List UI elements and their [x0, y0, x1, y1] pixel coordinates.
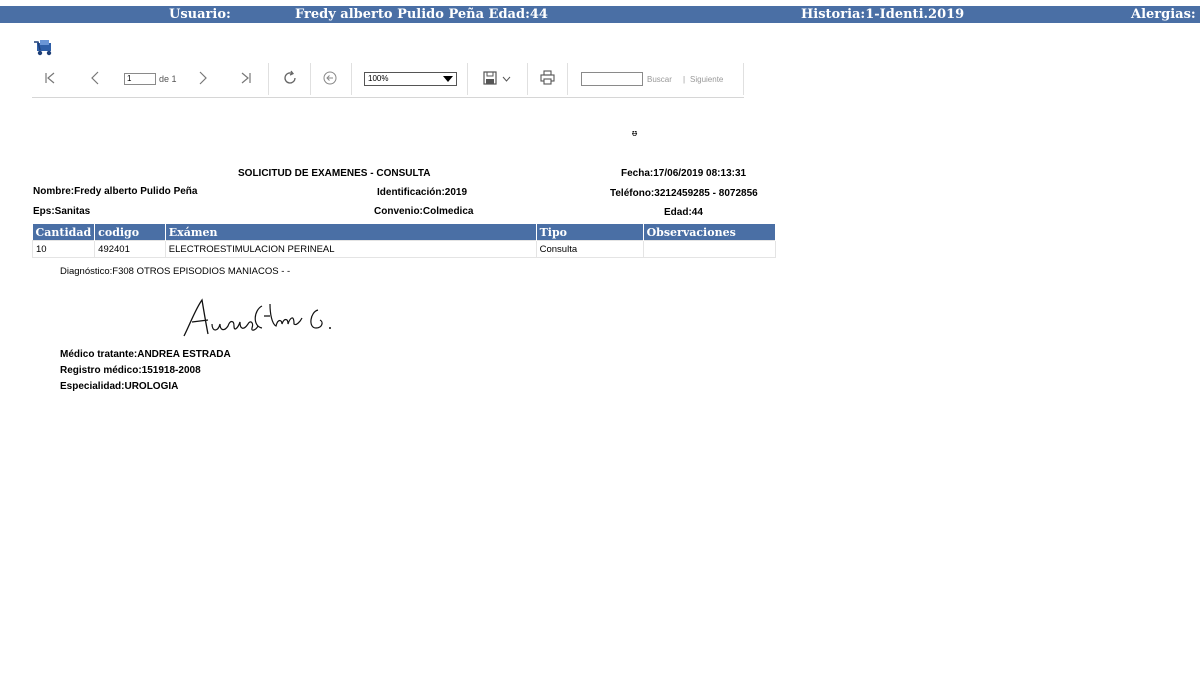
column-header: codigo — [94, 224, 166, 241]
cell-quantity: 10 — [31, 240, 96, 258]
attending-doctor: Médico tratante:ANDREA ESTRADA — [60, 349, 231, 360]
next-page-icon[interactable] — [198, 71, 208, 85]
find-button[interactable]: Buscar — [647, 75, 672, 84]
toolbar-separator — [567, 63, 568, 95]
patient-agreement: Convenio:Colmedica — [374, 206, 474, 217]
print-icon[interactable] — [540, 70, 555, 85]
back-to-parent-icon[interactable] — [322, 70, 338, 86]
specialty: Especialidad:UROLOGIA — [60, 381, 179, 392]
report-viewer-toolbar: 1 de 1 100% Buscar | Siguiente — [32, 63, 744, 98]
save-export-icon[interactable] — [483, 71, 497, 85]
exams-table: Cantidad codigo Exámen Tipo Observacione… — [31, 224, 777, 258]
medical-registration: Registro médico:151918-2008 — [60, 365, 201, 376]
toolbar-separator — [467, 63, 468, 95]
cell-type: Consulta — [535, 240, 644, 258]
last-page-icon[interactable] — [240, 72, 252, 84]
report-date: Fecha:17/06/2019 08:13:31 — [621, 168, 747, 179]
column-header: Tipo — [536, 224, 644, 241]
toolbar-separator — [268, 63, 269, 95]
page-number-input[interactable]: 1 — [124, 73, 156, 85]
report-title: SOLICITUD DE EXAMENES - CONSULTA — [238, 168, 431, 179]
find-text-input[interactable] — [581, 72, 643, 86]
toolbar-separator — [527, 63, 528, 95]
toolbar-separator — [351, 63, 352, 95]
toolbar-separator — [743, 63, 744, 95]
find-divider: | — [683, 75, 686, 84]
column-header: Exámen — [165, 224, 537, 241]
column-header: Cantidad — [32, 224, 96, 241]
patient-phone: Teléfono:3212459285 - 8072856 — [610, 188, 758, 199]
patient-name-age: Fredy alberto Pulido Peña Edad:44 — [295, 7, 548, 22]
usuario-label: Usuario: — [169, 7, 231, 22]
historia-label: Historia:1-Identi.2019 — [801, 7, 965, 22]
patient-header-bar: Usuario: Fredy alberto Pulido Peña Edad:… — [0, 6, 1200, 23]
patient-eps: Eps:Sanitas — [33, 206, 91, 217]
report-marker: ᵿ — [632, 128, 638, 138]
find-next-button[interactable]: Siguiente — [690, 75, 723, 84]
patient-name: Nombre:Fredy alberto Pulido Peña — [33, 186, 198, 197]
table-header-row: Cantidad codigo Exámen Tipo Observacione… — [32, 224, 777, 241]
chevron-down-icon — [443, 76, 453, 82]
export-dropdown-icon[interactable] — [502, 76, 511, 82]
toolbar-separator — [310, 63, 311, 95]
zoom-select[interactable]: 100% — [364, 72, 457, 86]
alergias-label: Alergias: 4 — [1131, 7, 1200, 22]
page-count-label: de 1 — [159, 74, 177, 84]
patient-age: Edad:44 — [664, 207, 703, 218]
patient-identification: Identificación:2019 — [377, 187, 468, 198]
previous-page-icon[interactable] — [90, 71, 100, 85]
app-cart-icon[interactable] — [34, 38, 56, 56]
cell-observations — [642, 240, 777, 258]
cell-code: 492401 — [94, 240, 166, 258]
table-row: 10 492401 ELECTROESTIMULACION PERINEAL C… — [31, 240, 777, 258]
first-page-icon[interactable] — [44, 72, 56, 84]
column-header: Observaciones — [643, 224, 777, 241]
diagnosis: Diagnóstico:F308 OTROS EPISODIOS MANIACO… — [60, 266, 291, 277]
refresh-icon[interactable] — [282, 70, 298, 86]
doctor-signature — [183, 298, 331, 337]
zoom-value: 100% — [368, 74, 389, 83]
cell-exam: ELECTROESTIMULACION PERINEAL — [164, 240, 537, 258]
